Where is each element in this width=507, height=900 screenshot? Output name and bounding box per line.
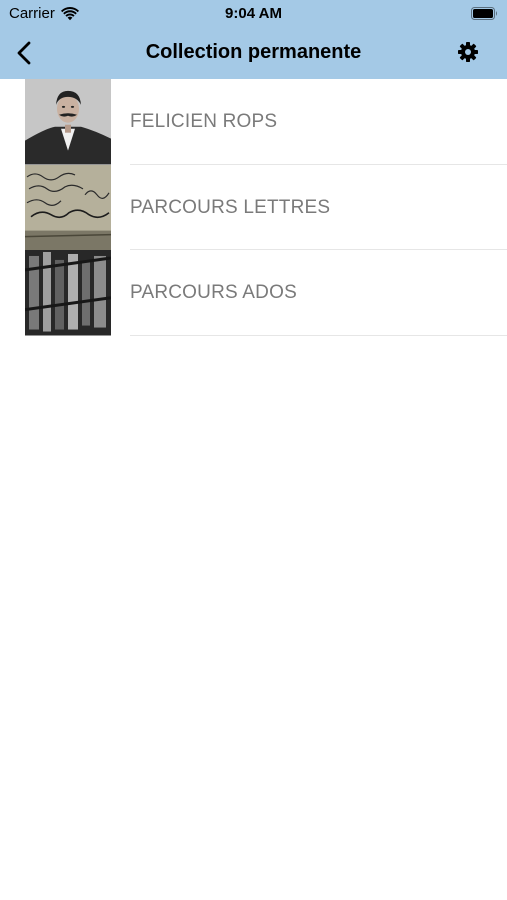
list-item-label: PARCOURS LETTRES (130, 196, 331, 218)
row-separator (130, 334, 507, 336)
artwork-thumbnail (25, 250, 111, 336)
letter-thumbnail (25, 164, 111, 250)
collection-list: FELICIEN ROPS PARCOURS LETTRES PARCOURS … (0, 79, 507, 336)
portrait-thumbnail (25, 79, 111, 165)
list-item-label: FELICIEN ROPS (130, 111, 278, 132)
status-time: 9:04 AM (225, 5, 282, 22)
navigation-bar: Collection permanente (0, 28, 507, 79)
list-item-parcours-ados[interactable]: PARCOURS ADOS (0, 250, 507, 336)
app-screen: Carrier 9:04 AM Collection permanente FE… (0, 0, 507, 900)
battery-icon (471, 7, 497, 20)
page-title: Collection permanente (145, 41, 362, 63)
gear-icon (458, 42, 478, 62)
list-item-parcours-lettres[interactable]: PARCOURS LETTRES (0, 164, 507, 250)
settings-button[interactable] (457, 41, 479, 63)
top-bar: Carrier 9:04 AM Collection permanente (0, 0, 507, 79)
list-item-label: PARCOURS ADOS (130, 282, 297, 303)
status-bar: Carrier 9:04 AM (0, 0, 507, 28)
list-item-felicien-rops[interactable]: FELICIEN ROPS (0, 79, 507, 165)
